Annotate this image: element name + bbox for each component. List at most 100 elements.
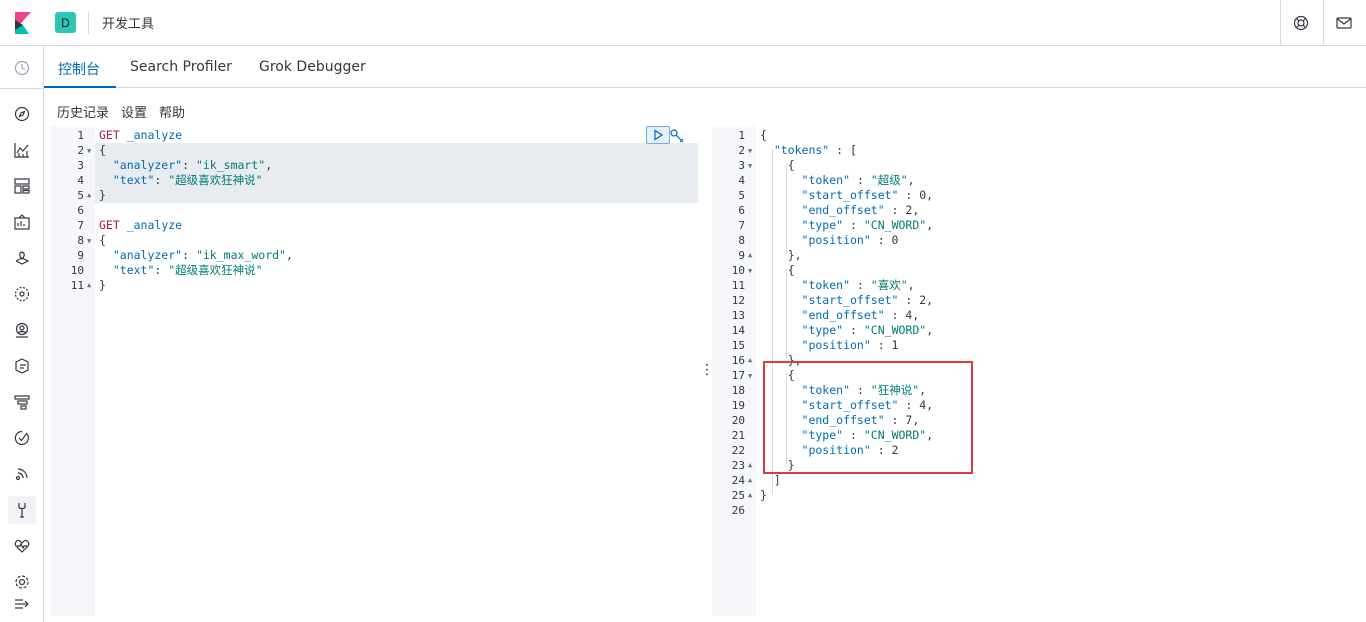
tab-console[interactable]: 控制台 [58, 59, 100, 79]
devtools-wrench-icon[interactable] [12, 500, 32, 520]
code-token: GET [99, 128, 120, 142]
active-line-highlight [51, 188, 698, 203]
canvas-icon[interactable] [12, 212, 32, 232]
line-number: 9 [77, 249, 84, 262]
unfold-toggle-icon[interactable]: ▲ [748, 356, 752, 364]
code-token: : 2, [884, 203, 920, 217]
logs-icon[interactable] [12, 356, 32, 376]
code-line: "text": "超级喜欢狂神说" [99, 173, 263, 188]
code-line: "text": "超级喜欢狂神说" [99, 263, 263, 278]
unfold-toggle-icon[interactable]: ▲ [87, 191, 91, 199]
line-number: 15 [731, 339, 745, 352]
code-line: } [760, 488, 767, 503]
code-token: "end_offset" [760, 203, 885, 217]
dashboard-icon[interactable] [12, 176, 32, 196]
siem-icon[interactable] [12, 464, 32, 484]
code-token: "ik_smart" [195, 158, 266, 172]
fold-toggle-icon[interactable]: ▼ [748, 372, 752, 380]
code-token: "type" [760, 323, 844, 337]
line-number: 12 [731, 294, 745, 307]
line-number: 23 [731, 459, 745, 472]
code-token: : [154, 173, 169, 187]
line-number: 5 [77, 189, 84, 202]
unfold-toggle-icon[interactable]: ▲ [87, 281, 91, 289]
code-token: "token" [760, 173, 851, 187]
history-link[interactable]: 历史记录 [57, 106, 109, 121]
newsfeed-mail-icon[interactable] [1334, 13, 1354, 33]
code-token: "position" [760, 338, 871, 352]
request-editor[interactable]: 1 2 ▼ 3 4 5 ▲ 6 7 8 ▼ 9 10 11 ▲ GET _analyze{ "analyzer… [51, 126, 698, 616]
ml-icon[interactable] [12, 284, 32, 304]
space-avatar[interactable]: D [55, 12, 76, 33]
code-line: "tokens" : [ [760, 143, 857, 158]
code-token: { [760, 128, 767, 142]
code-line: } [99, 188, 106, 203]
code-line: { [760, 128, 767, 143]
code-token: { [760, 158, 795, 172]
line-number: 2 [77, 144, 84, 157]
kibana-logo-icon[interactable] [0, 0, 44, 46]
code-line: "position" : 1 [760, 338, 899, 353]
code-token: , [285, 248, 293, 262]
management-gear-icon[interactable] [12, 572, 32, 592]
code-token: "CN_WORD" [863, 218, 927, 232]
clock-icon[interactable] [12, 58, 32, 78]
unfold-toggle-icon[interactable]: ▲ [748, 461, 752, 469]
tab-grok-debugger[interactable]: Grok Debugger [259, 59, 366, 75]
line-number: 24 [731, 474, 745, 487]
code-token: "analyzer" [99, 248, 183, 262]
infrastructure-icon[interactable] [12, 320, 32, 340]
monitoring-heartbeat-icon[interactable] [12, 536, 32, 556]
nav-divider [0, 88, 44, 89]
code-line: ] [760, 473, 781, 488]
code-token: : [182, 248, 196, 262]
line-number: 17 [731, 369, 745, 382]
help-menu-icon[interactable] [1291, 13, 1311, 33]
unfold-toggle-icon[interactable]: ▲ [748, 476, 752, 484]
tab-search-profiler[interactable]: Search Profiler [130, 59, 232, 75]
code-token: "start_offset" [760, 188, 899, 202]
unfold-toggle-icon[interactable]: ▲ [748, 251, 752, 259]
send-request-button[interactable] [646, 126, 670, 144]
maps-icon[interactable] [12, 248, 32, 268]
code-line: "type" : "CN_WORD", [760, 323, 934, 338]
code-token: } [760, 488, 767, 502]
code-token: "token" [760, 278, 851, 292]
code-token: _analyze [119, 128, 183, 142]
visualize-chart-icon[interactable] [12, 140, 32, 160]
apm-icon[interactable] [12, 392, 32, 412]
line-number: 14 [731, 324, 745, 337]
code-line: { [99, 143, 106, 158]
fold-toggle-icon[interactable]: ▼ [87, 237, 91, 245]
code-line: "type" : "CN_WORD", [760, 218, 934, 233]
line-number: 13 [731, 309, 745, 322]
active-tab-indicator [44, 86, 116, 88]
code-line: }, [760, 248, 802, 263]
fold-toggle-icon[interactable]: ▼ [87, 147, 91, 155]
uptime-icon[interactable] [12, 428, 32, 448]
header-divider [1280, 0, 1281, 46]
code-line: GET _analyze [99, 128, 182, 143]
line-number: 3 [77, 159, 84, 172]
help-link[interactable]: 帮助 [159, 106, 185, 121]
code-token: GET [99, 218, 120, 232]
unfold-toggle-icon[interactable]: ▲ [748, 491, 752, 499]
request-actions-wrench-icon[interactable] [670, 128, 684, 143]
code-token: : [850, 278, 871, 292]
fold-toggle-icon[interactable]: ▼ [748, 147, 752, 155]
code-token: : 2, [898, 293, 934, 307]
fold-toggle-icon[interactable]: ▼ [748, 267, 752, 275]
compass-icon[interactable] [12, 104, 32, 124]
fold-toggle-icon[interactable]: ▼ [748, 162, 752, 170]
line-number: 10 [70, 264, 84, 277]
code-line: "token" : "喜欢", [760, 278, 915, 293]
code-token: "start_offset" [760, 293, 899, 307]
code-token: , [926, 323, 934, 337]
line-number: 9 [738, 249, 745, 262]
code-token: : [182, 158, 196, 172]
code-token: "超级" [870, 173, 908, 187]
line-number: 25 [731, 489, 745, 502]
settings-link[interactable]: 设置 [121, 106, 147, 121]
collapse-nav-icon[interactable] [12, 594, 32, 614]
panel-resizer[interactable]: ⋮ [700, 360, 714, 380]
